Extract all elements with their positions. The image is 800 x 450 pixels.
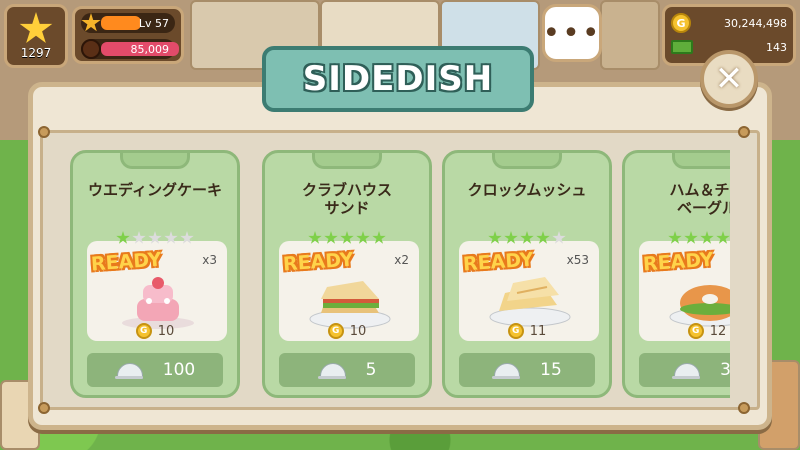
dish-price: G 11 [445, 323, 609, 339]
cake-icon [115, 273, 201, 329]
rating-star-icon [668, 231, 682, 244]
gold-row: G 30,244,498 [671, 11, 787, 35]
cash-value: 143 [766, 40, 787, 54]
serve-button[interactable]: 35 [639, 353, 730, 387]
rating-star-icon [180, 231, 194, 244]
cloche-icon [317, 361, 346, 379]
card-tab [492, 153, 562, 169]
serve-button[interactable]: 100 [87, 353, 223, 387]
chat-button[interactable]: ••• [542, 4, 602, 62]
gold-coin-icon: G [327, 323, 344, 339]
rating-star-icon [356, 231, 370, 244]
card-scroll-area[interactable]: ウエディングケーキ READY x3 G 10 100 クラブハウス サンド REA… [40, 130, 730, 410]
serve-count: 100 [162, 360, 196, 380]
rating-stars [265, 231, 429, 245]
rivet-icon [738, 126, 750, 138]
serve-button[interactable]: 15 [459, 353, 595, 387]
dish-price: G 10 [265, 323, 429, 339]
serve-count: 15 [540, 360, 562, 380]
rating-star-icon [684, 231, 698, 244]
cash-icon [671, 40, 693, 54]
rating-stars [625, 231, 730, 245]
rating-star-icon [372, 231, 386, 244]
sandwich-icon [307, 273, 393, 329]
rating-star-icon [552, 231, 566, 244]
rating-star-icon [520, 231, 534, 244]
rivet-icon [738, 402, 750, 414]
rating-star-icon [148, 231, 162, 244]
rating-star-icon [536, 231, 550, 244]
dish-name: クラブハウス サンド [301, 181, 392, 217]
card-tab [672, 153, 730, 169]
gold-coin-icon: G [135, 323, 152, 339]
cloche-icon [672, 361, 701, 379]
dish-quantity: x53 [566, 253, 589, 267]
dish-price: G 10 [73, 323, 237, 339]
sidedish-card[interactable]: クラブハウス サンド READY x2 G 10 5 [262, 150, 432, 398]
croque-icon [487, 273, 573, 329]
rating-stars [73, 231, 237, 245]
rating-star-icon [132, 231, 146, 244]
background-counter [600, 0, 660, 70]
beans-bar: 85,009 [81, 39, 179, 59]
rating-star-icon [308, 231, 322, 244]
dish-name: ウエディングケーキ [88, 181, 222, 199]
dish-quantity: x2 [394, 253, 409, 267]
serve-count: 5 [365, 360, 377, 380]
rating-star-icon [504, 231, 518, 244]
bagel-icon [667, 273, 730, 329]
gold-value: 30,244,498 [724, 16, 787, 30]
cloche-icon [114, 361, 143, 379]
rating-stars [445, 231, 609, 245]
star-icon [81, 13, 101, 32]
gold-coin-icon: G [507, 323, 524, 339]
level-label: Lv 57 [138, 16, 169, 30]
dish-price-value: 10 [349, 323, 367, 339]
rating-star-icon [716, 231, 730, 244]
panel-title: SIDEDISH [302, 59, 494, 99]
gold-coin-icon: G [671, 13, 691, 33]
star-icon [19, 12, 53, 43]
dish-price-value: 12 [709, 323, 727, 339]
dish-price-value: 11 [529, 323, 547, 339]
dish-name: ハム＆チーベーグル [669, 181, 730, 217]
card-tab [312, 153, 382, 169]
rating-star-icon [164, 231, 178, 244]
rating-star-icon [116, 231, 130, 244]
close-button[interactable]: ✕ [700, 50, 758, 108]
player-stats[interactable]: Lv 57 85,009 [72, 6, 184, 64]
gold-coin-icon: G [687, 323, 704, 339]
player-level-badge[interactable]: 1297 [4, 4, 68, 68]
dish-quantity: x3 [202, 253, 217, 267]
serve-count: 35 [720, 360, 730, 380]
dish-price-value: 10 [157, 323, 175, 339]
sidedish-card[interactable]: ウエディングケーキ READY x3 G 10 100 [70, 150, 240, 398]
rating-star-icon [340, 231, 354, 244]
panel-title-banner: SIDEDISH [262, 46, 534, 112]
rating-star-icon [488, 231, 502, 244]
cloche-icon [492, 361, 521, 379]
dish-name: クロックムッシュ [467, 181, 587, 199]
level-bar: Lv 57 [81, 13, 175, 33]
serve-button[interactable]: 5 [279, 353, 415, 387]
card-tab [120, 153, 190, 169]
rating-star-icon [700, 231, 714, 244]
coffee-bean-icon [81, 39, 101, 59]
level-progress-fill [101, 16, 141, 30]
player-level-badge-value: 1297 [20, 46, 52, 60]
sidedish-card[interactable]: ハム＆チーベーグル READY G12 35 [622, 150, 730, 398]
dish-price: G 12 [625, 323, 730, 339]
sidedish-card[interactable]: クロックムッシュ READY x53 G 11 15 [442, 150, 612, 398]
beans-value: 85,009 [130, 42, 170, 56]
rating-star-icon [324, 231, 338, 244]
